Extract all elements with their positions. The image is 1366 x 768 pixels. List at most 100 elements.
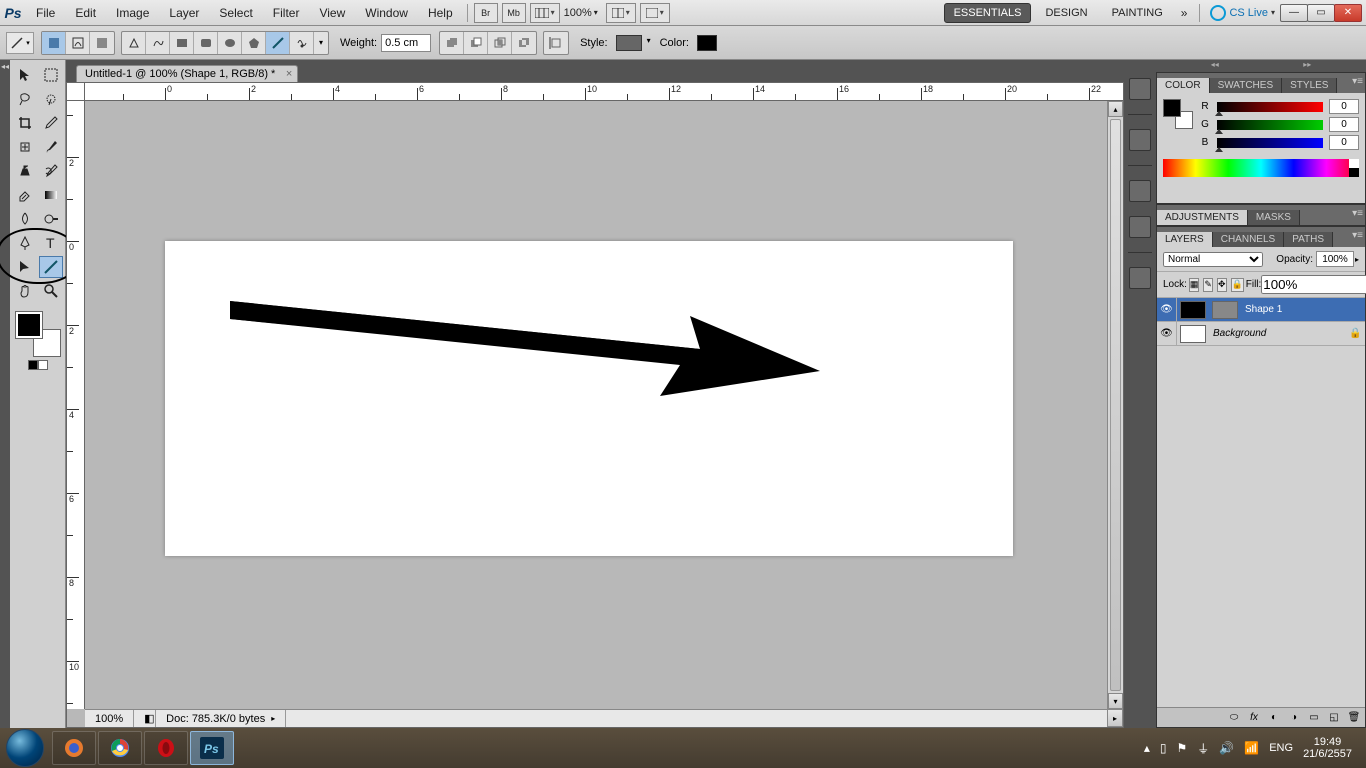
shape-layers-mode[interactable] — [42, 32, 66, 54]
bridge-button[interactable]: Br — [474, 3, 498, 23]
tab-color[interactable]: COLOR — [1157, 78, 1210, 93]
ellipse-shape[interactable] — [218, 32, 242, 54]
close-tab-icon[interactable]: × — [286, 68, 292, 80]
workspace-essentials[interactable]: ESSENTIALS — [944, 3, 1032, 23]
dock-collapse-right[interactable]: ◂◂ ▸▸ — [1156, 60, 1366, 72]
line-tool[interactable] — [39, 256, 63, 278]
tab-adjustments[interactable]: ADJUSTMENTS — [1157, 210, 1248, 225]
tray-battery-icon[interactable]: ▯ — [1160, 741, 1167, 755]
color-picker[interactable] — [697, 35, 717, 51]
tray-show-hidden[interactable]: ▴ — [1144, 741, 1150, 755]
value-b[interactable] — [1329, 135, 1359, 150]
blur-tool[interactable] — [13, 208, 37, 230]
paragraph-panel-icon[interactable] — [1129, 216, 1151, 238]
lock-transparency[interactable]: ▦ — [1189, 278, 1200, 292]
character-panel-icon[interactable] — [1129, 180, 1151, 202]
scroll-up-button[interactable]: ▴ — [1108, 101, 1123, 117]
brush-tool[interactable] — [39, 136, 63, 158]
history-panel-icon[interactable] — [1129, 129, 1151, 151]
horizontal-ruler[interactable]: 0246810121416182022 — [85, 83, 1123, 101]
foreground-color[interactable] — [16, 312, 42, 338]
history-brush-tool[interactable] — [39, 160, 63, 182]
pen-tool[interactable] — [13, 232, 37, 254]
quick-select-tool[interactable] — [39, 88, 63, 110]
start-button[interactable] — [6, 729, 44, 767]
pen-mode[interactable] — [122, 32, 146, 54]
visibility-toggle[interactable]: 👁 — [1157, 322, 1177, 345]
tab-channels[interactable]: CHANNELS — [1213, 232, 1284, 247]
fill-input[interactable] — [1261, 275, 1366, 294]
slider-b[interactable] — [1217, 138, 1323, 148]
crop-tool[interactable] — [13, 112, 37, 134]
value-g[interactable] — [1329, 117, 1359, 132]
menu-edit[interactable]: Edit — [65, 0, 106, 25]
exclude-shape[interactable] — [512, 32, 536, 54]
line-shape[interactable] — [266, 32, 290, 54]
vertical-ruler[interactable]: 20246810 — [67, 101, 85, 709]
taskbar-opera[interactable] — [144, 731, 188, 765]
screen-mode-button[interactable] — [640, 3, 670, 23]
status-doc-size[interactable]: Doc: 785.3K/0 bytes▸ — [156, 710, 286, 727]
menu-image[interactable]: Image — [106, 0, 159, 25]
value-r[interactable] — [1329, 99, 1359, 114]
style-picker[interactable] — [616, 35, 642, 51]
layer-group-icon[interactable]: ▭ — [1307, 711, 1321, 725]
current-tool-preset[interactable] — [6, 32, 34, 54]
rounded-rect-shape[interactable] — [194, 32, 218, 54]
scroll-down-button[interactable]: ▾ — [1108, 693, 1123, 709]
tray-wifi-icon[interactable]: 📶 — [1244, 741, 1259, 755]
link-layers-icon[interactable]: ⬭ — [1227, 711, 1241, 725]
tray-network-icon[interactable]: ⏚ — [1197, 740, 1209, 757]
path-selection-tool[interactable] — [13, 256, 37, 278]
layer-mask-icon[interactable]: ◐ — [1267, 711, 1281, 725]
visibility-toggle[interactable]: 👁 — [1157, 298, 1177, 321]
add-to-shape[interactable] — [440, 32, 464, 54]
arrange-documents-button[interactable] — [606, 3, 636, 23]
ruler-origin[interactable] — [67, 83, 85, 101]
color-wells[interactable] — [16, 312, 60, 356]
freeform-pen-mode[interactable] — [146, 32, 170, 54]
tray-volume-icon[interactable]: 🔊 — [1219, 741, 1234, 755]
layer-style-icon[interactable]: fx — [1247, 711, 1261, 725]
minibridge-panel-icon[interactable] — [1129, 78, 1151, 100]
taskbar-chrome[interactable] — [98, 731, 142, 765]
lock-position[interactable]: ✥ — [1217, 278, 1227, 292]
lock-pixels[interactable]: ✎ — [1203, 278, 1213, 292]
scroll-right-button[interactable]: ▸ — [1107, 709, 1123, 727]
panel-menu-icon[interactable]: ▾≡ — [1352, 76, 1363, 87]
brush-presets-panel-icon[interactable] — [1129, 267, 1151, 289]
tray-clock[interactable]: 19:49 21/6/2557 — [1303, 736, 1352, 760]
menu-layer[interactable]: Layer — [159, 0, 209, 25]
blend-mode-select[interactable]: Normal — [1163, 252, 1263, 267]
arrow-shape[interactable] — [230, 301, 830, 431]
adjustment-layer-icon[interactable]: ◑ — [1287, 711, 1301, 725]
color-spectrum[interactable] — [1163, 159, 1359, 177]
hand-tool[interactable] — [13, 280, 37, 302]
custom-shape[interactable] — [290, 32, 314, 54]
menu-select[interactable]: Select — [209, 0, 262, 25]
more-workspaces[interactable]: » — [1173, 6, 1196, 20]
eraser-tool[interactable] — [13, 184, 37, 206]
scroll-thumb[interactable] — [1110, 119, 1121, 691]
panel-menu-icon[interactable]: ▾≡ — [1352, 208, 1363, 219]
tab-styles[interactable]: STYLES — [1282, 78, 1337, 93]
panel-menu-icon[interactable]: ▾≡ — [1352, 230, 1363, 241]
taskbar-photoshop[interactable]: Ps — [190, 731, 234, 765]
workspace-design[interactable]: DESIGN — [1035, 3, 1097, 23]
menu-help[interactable]: Help — [418, 0, 463, 25]
layer-row[interactable]: 👁Shape 1 — [1157, 298, 1365, 322]
status-icon[interactable]: ◧ — [134, 710, 156, 727]
polygon-shape[interactable] — [242, 32, 266, 54]
view-extras-button[interactable] — [530, 3, 560, 23]
minimize-button[interactable]: — — [1280, 4, 1308, 22]
subtract-from-shape[interactable] — [464, 32, 488, 54]
workspace-painting[interactable]: PAINTING — [1102, 3, 1173, 23]
tab-swatches[interactable]: SWATCHES — [1210, 78, 1283, 93]
gradient-tool[interactable] — [39, 184, 63, 206]
tray-flag-icon[interactable]: ⚑ — [1177, 741, 1188, 755]
eyedropper-tool[interactable] — [39, 112, 63, 134]
menu-filter[interactable]: Filter — [263, 0, 310, 25]
dodge-tool[interactable] — [39, 208, 63, 230]
slider-g[interactable] — [1217, 120, 1323, 130]
lock-all[interactable]: 🔒 — [1231, 278, 1244, 292]
